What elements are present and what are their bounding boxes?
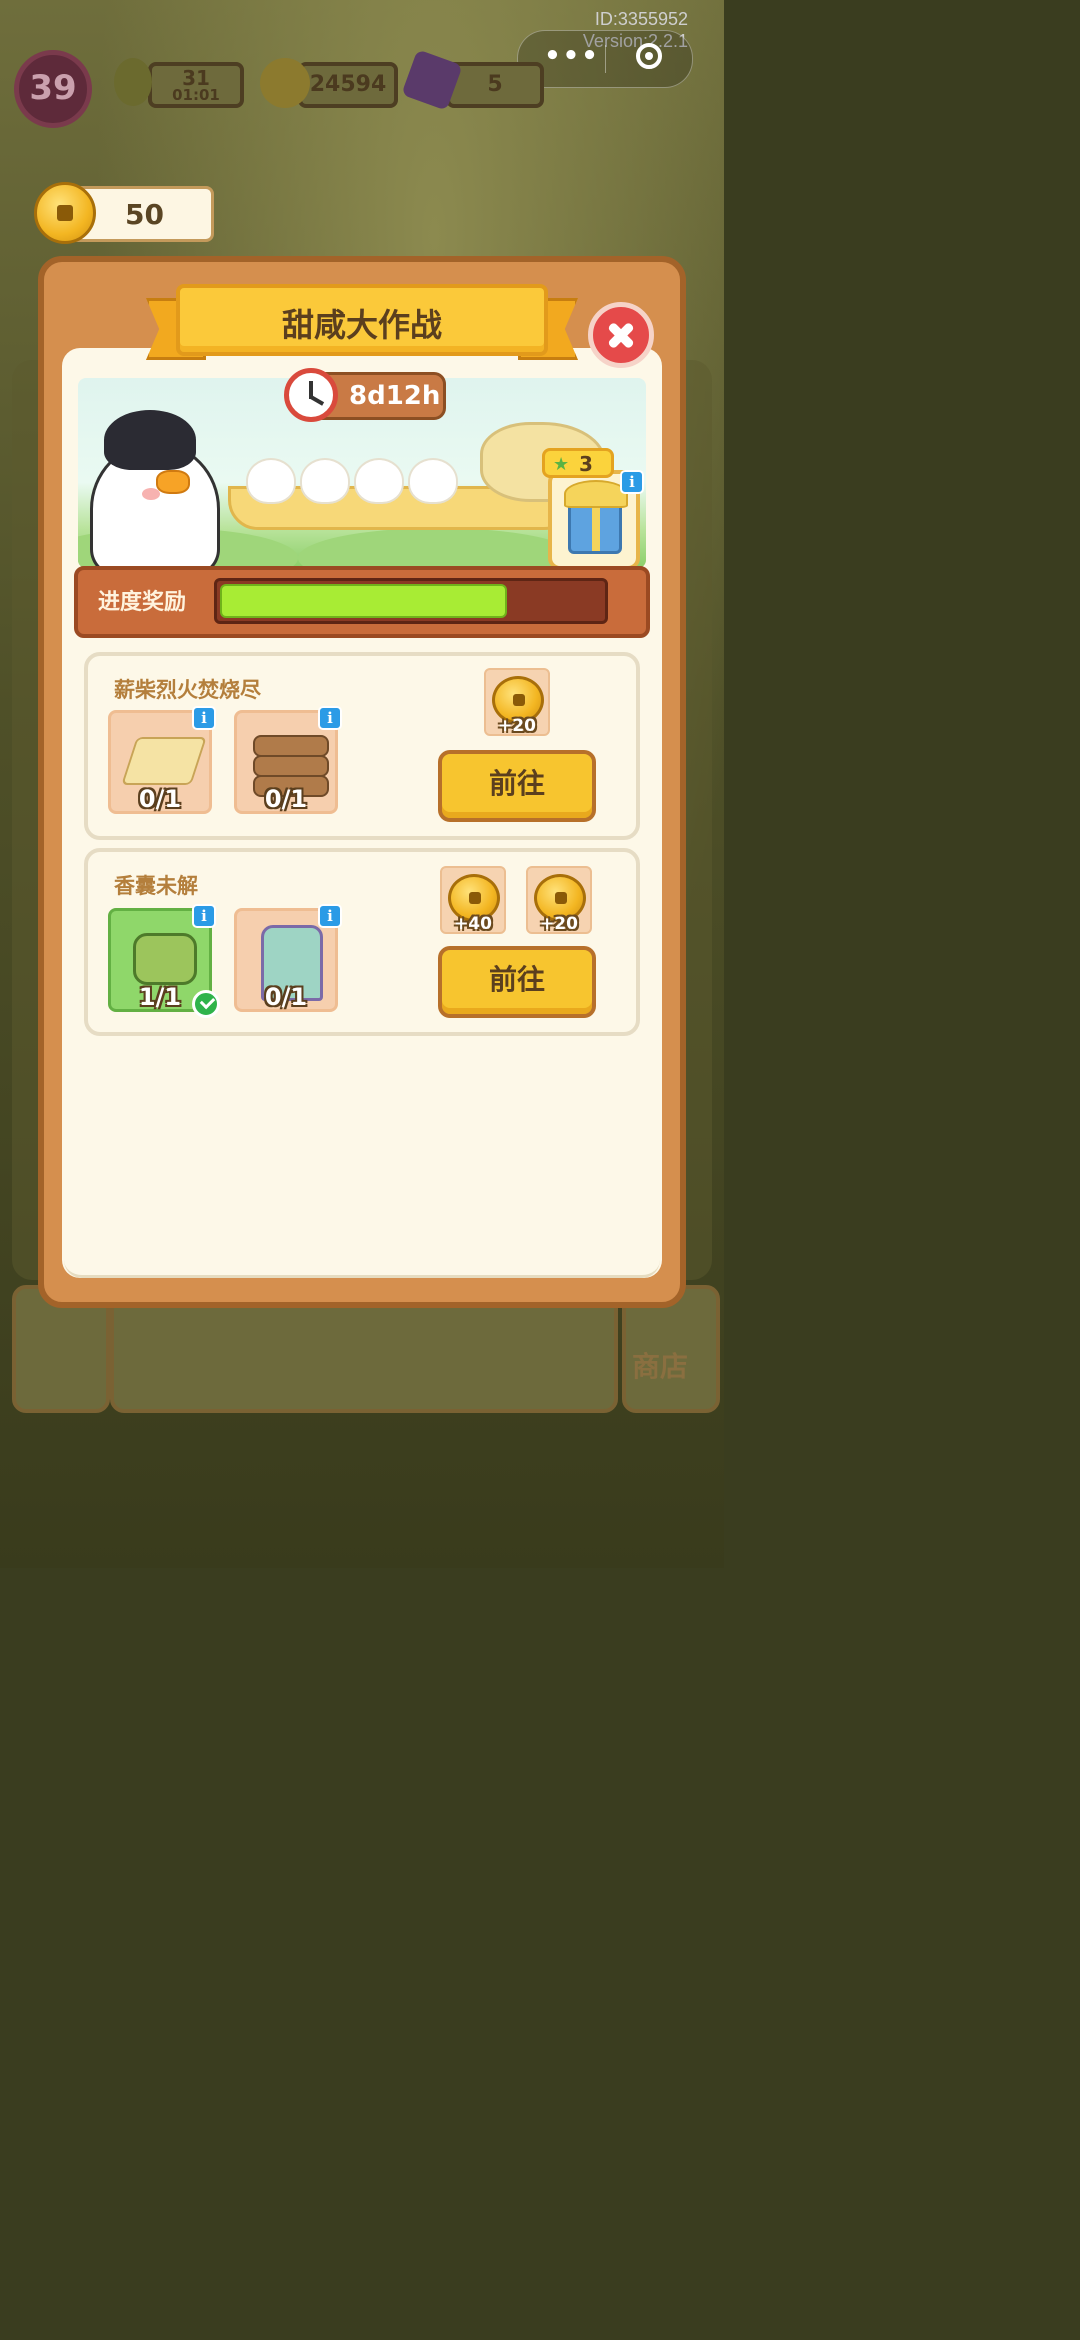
gift-info-icon[interactable]: i bbox=[620, 470, 644, 494]
event-timer-text: 8d12h bbox=[349, 381, 441, 411]
rowing-duck bbox=[300, 458, 350, 504]
gift-star-requirement: ★ 3 bbox=[542, 448, 614, 478]
reward-amount: +20 bbox=[498, 716, 536, 736]
firewood-item-icon bbox=[253, 735, 329, 757]
task-reward-coin: +20 bbox=[484, 668, 550, 736]
shop-label: 商店 bbox=[632, 1350, 689, 1383]
sachet-item-icon bbox=[133, 933, 197, 985]
energy-value: 31 bbox=[182, 66, 210, 90]
progress-track bbox=[214, 578, 608, 624]
gift-star-count: 3 bbox=[579, 452, 593, 476]
energy-counter[interactable]: 31 01:01 bbox=[148, 62, 244, 108]
reward-amount: +20 bbox=[540, 914, 578, 934]
panel-page-edge bbox=[64, 1245, 660, 1278]
item-info-icon[interactable]: i bbox=[318, 706, 342, 730]
capsule-divider bbox=[605, 45, 606, 73]
star-icon: ★ bbox=[553, 454, 570, 475]
user-id-text: ID:3355952 bbox=[594, 9, 688, 29]
reward-amount: +40 bbox=[454, 914, 492, 934]
task-reward-coin: +40 bbox=[440, 866, 506, 934]
check-icon bbox=[192, 990, 220, 1018]
firewood-item-icon bbox=[253, 755, 329, 777]
rowing-duck bbox=[354, 458, 404, 504]
item-count: 0/1 bbox=[138, 785, 182, 813]
paper-item-icon bbox=[121, 737, 207, 785]
dialog-title-banner: 甜咸大作战 bbox=[176, 284, 548, 356]
go-button[interactable]: 前往 bbox=[438, 750, 596, 822]
event-coin-icon bbox=[34, 182, 96, 244]
energy-timer: 01:01 bbox=[172, 86, 220, 104]
rowing-duck bbox=[408, 458, 458, 504]
coin-icon bbox=[260, 58, 310, 108]
penguin-hair bbox=[104, 410, 196, 470]
go-button[interactable]: 前往 bbox=[438, 946, 596, 1018]
item-count: 0/1 bbox=[264, 983, 308, 1011]
task-title: 薪柴烈火焚烧尽 bbox=[114, 678, 261, 702]
rowing-duck bbox=[246, 458, 296, 504]
item-info-icon[interactable]: i bbox=[192, 706, 216, 730]
penguin-cheek bbox=[142, 488, 160, 500]
gems-value: 5 bbox=[487, 72, 503, 97]
penguin-beak bbox=[156, 470, 190, 494]
task-reward-coin: +20 bbox=[526, 866, 592, 934]
task-title: 香囊未解 bbox=[114, 874, 198, 898]
progress-reward-bar: 进度奖励 bbox=[74, 566, 650, 638]
coins-counter[interactable]: 24594 bbox=[298, 62, 398, 108]
item-info-icon[interactable]: i bbox=[318, 904, 342, 928]
event-coin-value: 50 bbox=[125, 198, 164, 231]
progress-fill bbox=[220, 584, 507, 618]
gift-bow-icon bbox=[564, 480, 628, 508]
level-badge: 39 bbox=[14, 50, 92, 128]
more-menu-button[interactable]: ••• bbox=[542, 41, 602, 71]
item-count: 0/1 bbox=[264, 785, 308, 813]
item-info-icon[interactable]: i bbox=[192, 904, 216, 928]
clock-icon bbox=[284, 368, 338, 422]
dialog-title: 甜咸大作战 bbox=[281, 306, 442, 344]
lightning-icon bbox=[114, 58, 152, 106]
progress-label: 进度奖励 bbox=[98, 590, 187, 615]
coins-value: 24594 bbox=[309, 72, 387, 97]
penguin-mascot bbox=[90, 410, 220, 576]
close-miniprogram-icon[interactable] bbox=[636, 43, 662, 69]
close-button[interactable] bbox=[588, 302, 654, 368]
banner-hill bbox=[298, 528, 578, 568]
